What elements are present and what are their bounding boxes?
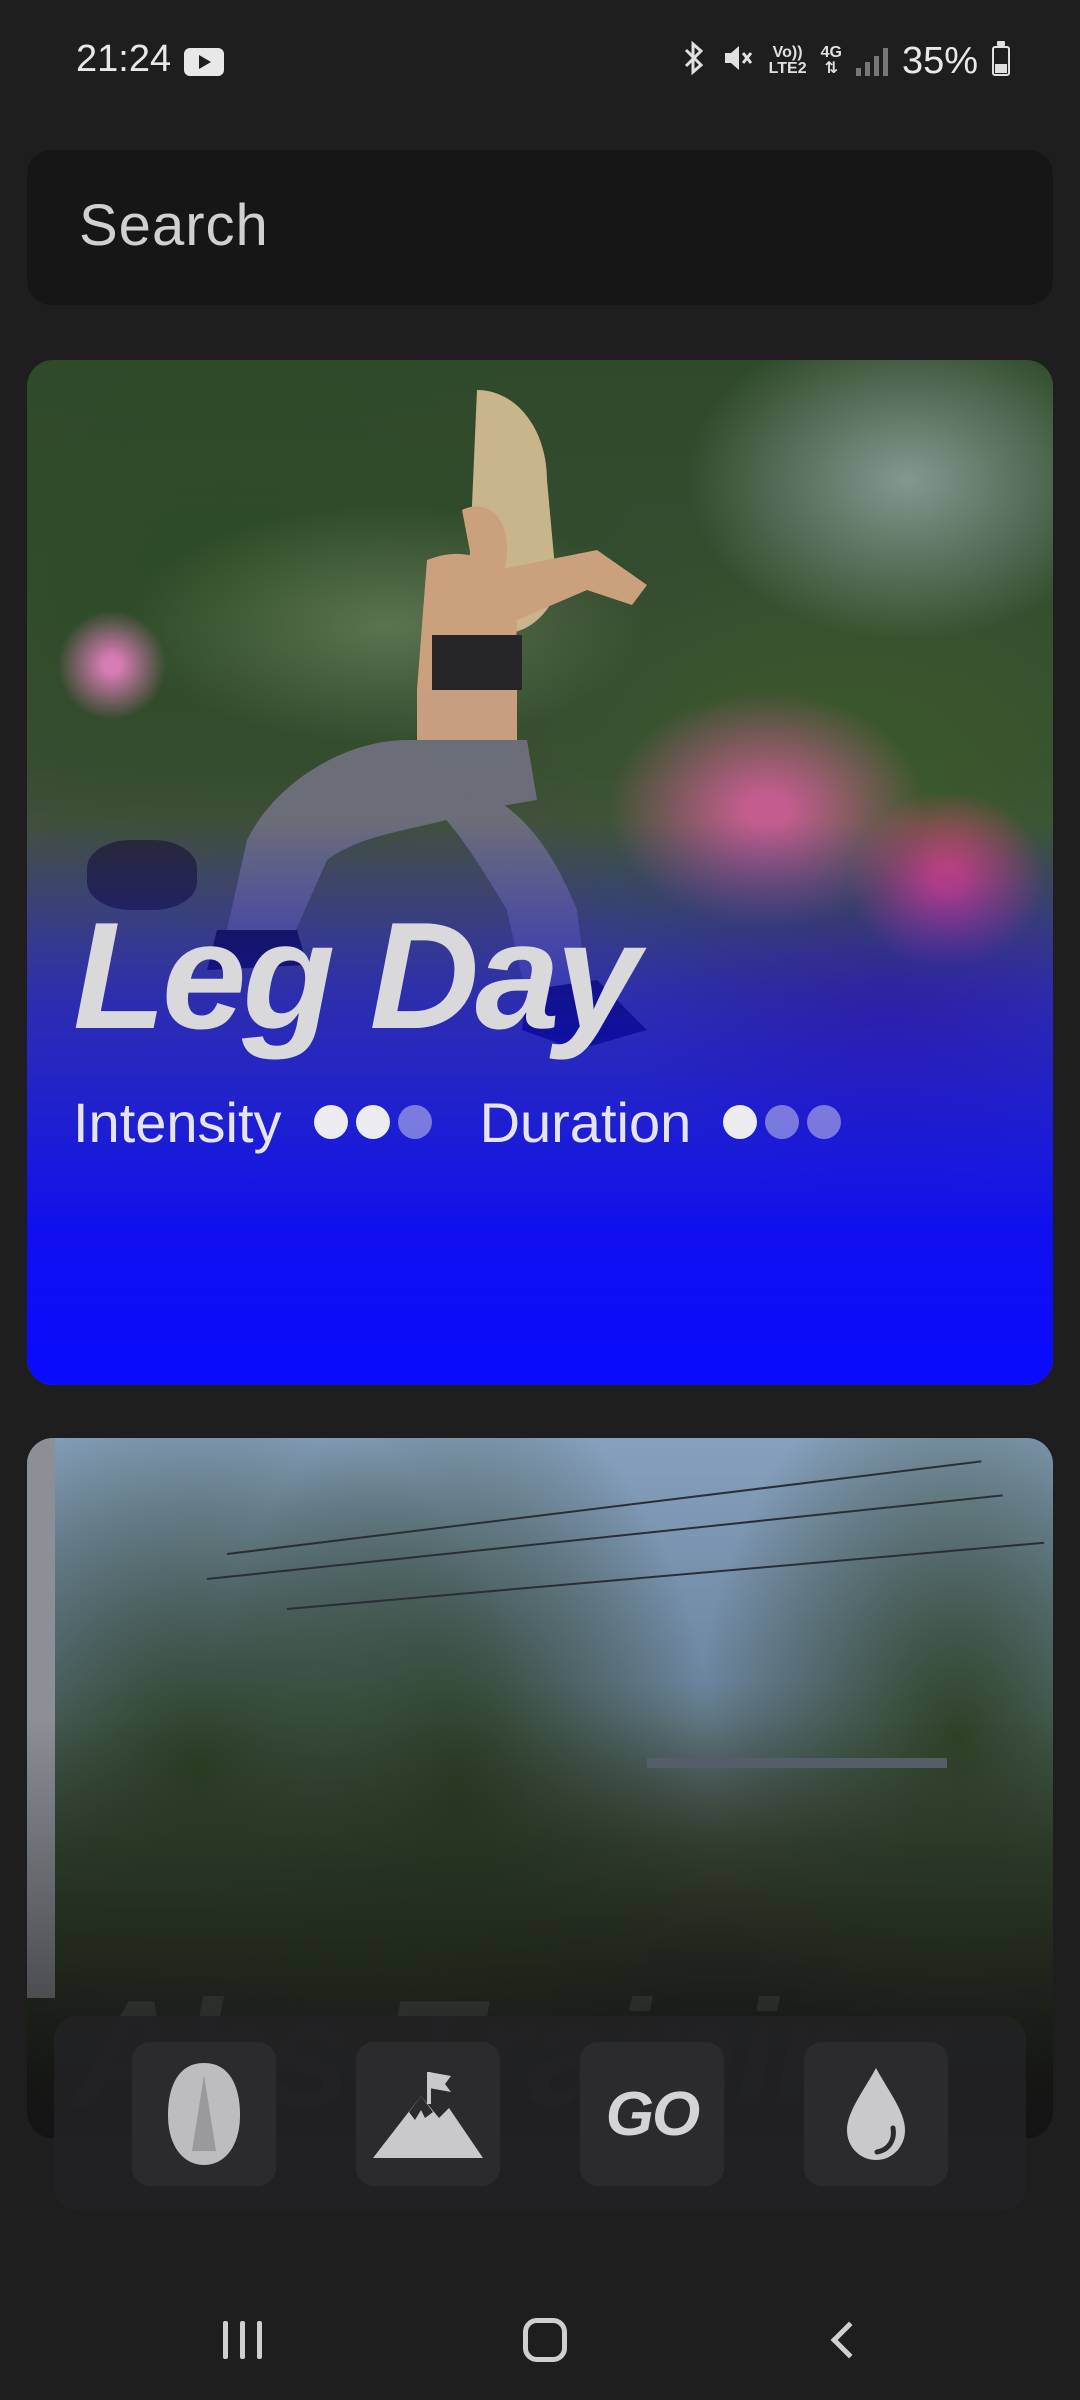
mute-icon — [721, 41, 755, 81]
battery-icon — [992, 41, 1010, 76]
workout-meta: Intensity Duration — [73, 1090, 889, 1154]
bluetooth-icon — [681, 40, 707, 81]
duration-dot — [765, 1105, 800, 1139]
intensity-dots — [313, 1105, 432, 1139]
recents-icon[interactable] — [202, 2310, 282, 2370]
status-bar: 21:24 Vo)) LTE2 4G ⇅ 35% — [0, 0, 1080, 126]
intensity-dot — [397, 1105, 432, 1139]
mountain-flag-icon — [373, 2072, 483, 2158]
status-time: 21:24 — [76, 38, 172, 80]
nav-goals-button[interactable] — [356, 2042, 500, 2186]
nav-water-button[interactable] — [804, 2042, 948, 2186]
4g-data-icon: 4G ⇅ — [820, 44, 842, 77]
water-drop-icon — [847, 2068, 905, 2160]
intensity-label: Intensity — [73, 1090, 282, 1154]
go-label: GO — [605, 2079, 700, 2149]
duration-dot — [807, 1105, 842, 1139]
volte-icon: Vo)) LTE2 — [768, 44, 807, 77]
home-icon[interactable] — [505, 2310, 585, 2370]
signal-icon — [855, 46, 888, 76]
status-icons: Vo)) LTE2 4G ⇅ 35% — [681, 36, 1010, 86]
intensity-dot — [355, 1105, 390, 1139]
back-icon[interactable] — [804, 2310, 884, 2370]
search-bar[interactable]: Search — [27, 150, 1053, 305]
bottom-navigation: GO — [54, 2016, 1026, 2211]
duration-dot — [723, 1105, 758, 1139]
intensity-dot — [313, 1105, 348, 1139]
system-navigation-bar — [0, 2280, 1080, 2400]
battery-percentage: 35% — [901, 39, 978, 82]
abs-shield-icon — [168, 2063, 240, 2165]
duration-label: Duration — [479, 1090, 692, 1154]
search-input[interactable]: Search — [79, 192, 269, 259]
youtube-icon — [184, 48, 224, 76]
workout-title: Leg Day — [73, 891, 640, 1061]
workout-card-leg-day[interactable]: Leg Day Intensity Duration — [27, 360, 1053, 1385]
nav-abs-button[interactable] — [132, 2042, 276, 2186]
card-gradient-overlay — [27, 360, 1053, 1385]
duration-dots — [723, 1105, 842, 1139]
nav-go-button[interactable]: GO — [580, 2042, 724, 2186]
